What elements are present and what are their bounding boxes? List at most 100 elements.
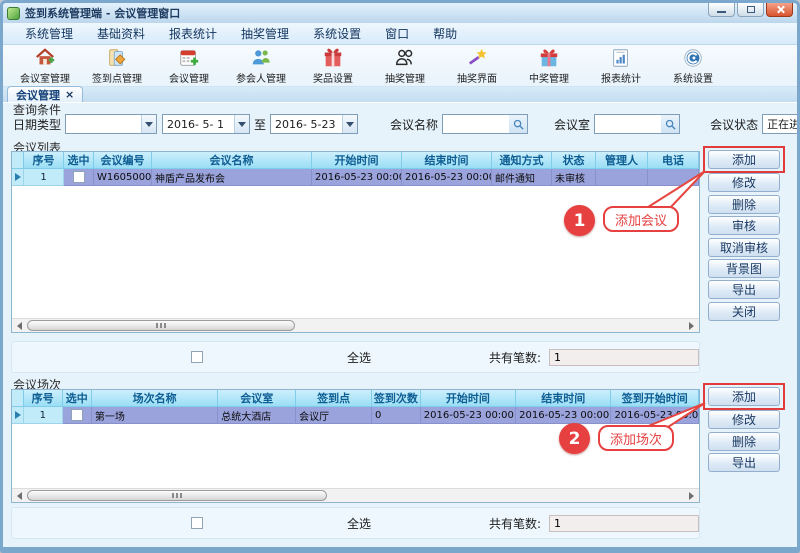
col-end-time[interactable]: 结束时间 xyxy=(516,390,611,407)
col-meeting-room[interactable]: 会议室 xyxy=(218,390,296,407)
col-start-time[interactable]: 开始时间 xyxy=(312,152,402,169)
meeting-room-label: 会议室 xyxy=(554,116,590,133)
total-count-field xyxy=(549,515,699,532)
meeting-calendar-icon xyxy=(178,47,200,69)
checkin-point-icon xyxy=(106,47,128,69)
meeting-audit-button[interactable]: 审核 xyxy=(708,216,780,235)
system-settings-icon xyxy=(682,47,704,69)
col-checkin-point[interactable]: 签到点 xyxy=(296,390,372,407)
session-edit-button[interactable]: 修改 xyxy=(708,410,780,429)
close-button[interactable] xyxy=(766,3,793,17)
tool-winner-mgmt[interactable]: 中奖管理 xyxy=(513,47,585,85)
menu-item-lottery-mgmt[interactable]: 抽奖管理 xyxy=(229,23,301,44)
meeting-room-input[interactable] xyxy=(595,115,661,133)
col-start-time[interactable]: 开始时间 xyxy=(421,390,516,407)
tool-lottery-ui[interactable]: 抽奖界面 xyxy=(441,47,513,85)
select-all-checkbox[interactable] xyxy=(191,517,203,529)
menu-item-report-stats[interactable]: 报表统计 xyxy=(157,23,229,44)
scroll-left-icon[interactable] xyxy=(12,319,27,333)
scrollbar-thumb[interactable] xyxy=(27,320,295,331)
session-delete-button[interactable]: 删除 xyxy=(708,432,780,451)
meeting-add-button[interactable]: 添加 xyxy=(708,150,780,169)
col-status[interactable]: 状态 xyxy=(552,152,596,169)
tool-prize-settings[interactable]: 奖品设置 xyxy=(297,47,369,85)
window-title: 签到系统管理端 - 会议管理窗口 xyxy=(25,5,180,21)
meeting-delete-button[interactable]: 删除 xyxy=(708,195,780,214)
scroll-left-icon[interactable] xyxy=(12,489,27,503)
col-checkin-count[interactable]: 签到次数 xyxy=(372,390,421,407)
meeting-name-input[interactable] xyxy=(443,115,509,133)
cell-seq: 1 xyxy=(24,169,64,186)
select-all-label: 全选 xyxy=(347,349,371,366)
row-selector-icon xyxy=(15,173,21,181)
annotation-number-badge: 1 xyxy=(564,205,595,236)
col-selected[interactable]: 选中 xyxy=(63,390,92,407)
maximize-button[interactable] xyxy=(737,3,764,17)
scroll-right-icon[interactable] xyxy=(684,489,699,503)
meeting-room-icon xyxy=(34,47,56,69)
close-icon xyxy=(776,5,785,14)
col-meeting-name[interactable]: 会议名称 xyxy=(152,152,312,169)
horizontal-scrollbar[interactable] xyxy=(12,488,699,502)
cell-meeting-id: W16050001 xyxy=(94,169,152,186)
select-all-checkbox[interactable] xyxy=(191,351,203,363)
chevron-down-icon xyxy=(141,115,156,133)
tool-meeting-room-mgmt[interactable]: 会议室管理 xyxy=(9,47,81,85)
table-row[interactable]: 1 第一场 总统大酒店 会议厅 0 2016-05-23 00:00 2016-… xyxy=(12,407,699,424)
horizontal-scrollbar[interactable] xyxy=(12,318,699,332)
meeting-name-label: 会议名称 xyxy=(390,116,438,133)
tool-label: 中奖管理 xyxy=(529,70,569,85)
tool-lottery-mgmt[interactable]: 抽奖管理 xyxy=(369,47,441,85)
minimize-button[interactable] xyxy=(708,3,735,17)
date-to-picker[interactable]: 2016- 5-23 xyxy=(270,114,358,134)
scrollbar-thumb[interactable] xyxy=(27,490,327,501)
scroll-right-icon[interactable] xyxy=(684,319,699,333)
menu-item-help[interactable]: 帮助 xyxy=(421,23,469,44)
prize-gift-icon xyxy=(322,47,344,69)
meeting-close-button[interactable]: 关闭 xyxy=(708,302,780,321)
col-end-time[interactable]: 结束时间 xyxy=(402,152,492,169)
col-meeting-id[interactable]: 会议编号 xyxy=(94,152,152,169)
row-checkbox[interactable] xyxy=(71,409,83,421)
menu-item-system-mgmt[interactable]: 系统管理 xyxy=(13,23,85,44)
annotation-arrow xyxy=(641,167,711,211)
col-seq[interactable]: 序号 xyxy=(24,152,64,169)
tool-meeting-mgmt[interactable]: 会议管理 xyxy=(153,47,225,85)
tool-label: 会议管理 xyxy=(169,70,209,85)
tool-label: 抽奖管理 xyxy=(385,70,425,85)
meeting-status-select[interactable]: 正在进行 xyxy=(762,114,800,134)
cell-end-time: 2016-05-23 00:00 xyxy=(402,169,492,186)
tool-checkin-point-mgmt[interactable]: 签到点管理 xyxy=(81,47,153,85)
search-icon[interactable] xyxy=(661,115,679,133)
menu-item-system-settings[interactable]: 系统设置 xyxy=(301,23,373,44)
date-from-value: 2016- 5- 1 xyxy=(167,118,224,131)
cell-checkin-point: 会议厅 xyxy=(296,407,372,424)
search-icon[interactable] xyxy=(509,115,527,133)
maximize-icon xyxy=(747,6,755,13)
col-seq[interactable]: 序号 xyxy=(24,390,63,407)
date-type-label: 日期类型 xyxy=(13,116,61,133)
meeting-background-button[interactable]: 背景图 xyxy=(708,259,780,278)
col-session-name[interactable]: 场次名称 xyxy=(92,390,218,407)
tab-close-icon[interactable]: × xyxy=(65,89,74,100)
menu-item-base-data[interactable]: 基础资料 xyxy=(85,23,157,44)
menu-item-window[interactable]: 窗口 xyxy=(373,23,421,44)
date-from-picker[interactable]: 2016- 5- 1 xyxy=(162,114,250,134)
meeting-edit-button[interactable]: 修改 xyxy=(708,173,780,192)
tab-meeting-mgmt[interactable]: 会议管理 × xyxy=(7,86,83,102)
session-export-button[interactable]: 导出 xyxy=(708,453,780,472)
meeting-cancel-audit-button[interactable]: 取消审核 xyxy=(708,238,780,257)
session-add-button[interactable]: 添加 xyxy=(708,387,780,406)
col-notify-method[interactable]: 通知方式 xyxy=(492,152,552,169)
table-row[interactable]: 1 W16050001 神盾产品发布会 2016-05-23 00:00 201… xyxy=(12,169,699,186)
tool-system-settings[interactable]: 系统设置 xyxy=(657,47,729,85)
date-type-select[interactable] xyxy=(65,114,157,134)
meeting-list-header: 序号 选中 会议编号 会议名称 开始时间 结束时间 通知方式 状态 管理人 电话 xyxy=(12,152,699,169)
col-selected[interactable]: 选中 xyxy=(64,152,94,169)
row-checkbox[interactable] xyxy=(73,171,85,183)
menu-bar: 系统管理 基础资料 报表统计 抽奖管理 系统设置 窗口 帮助 xyxy=(3,23,797,45)
meeting-export-button[interactable]: 导出 xyxy=(708,280,780,299)
tool-participants-mgmt[interactable]: 参会人管理 xyxy=(225,47,297,85)
tool-report-stats[interactable]: 报表统计 xyxy=(585,47,657,85)
meeting-list-footer: 全选 共有笔数: xyxy=(11,341,700,373)
